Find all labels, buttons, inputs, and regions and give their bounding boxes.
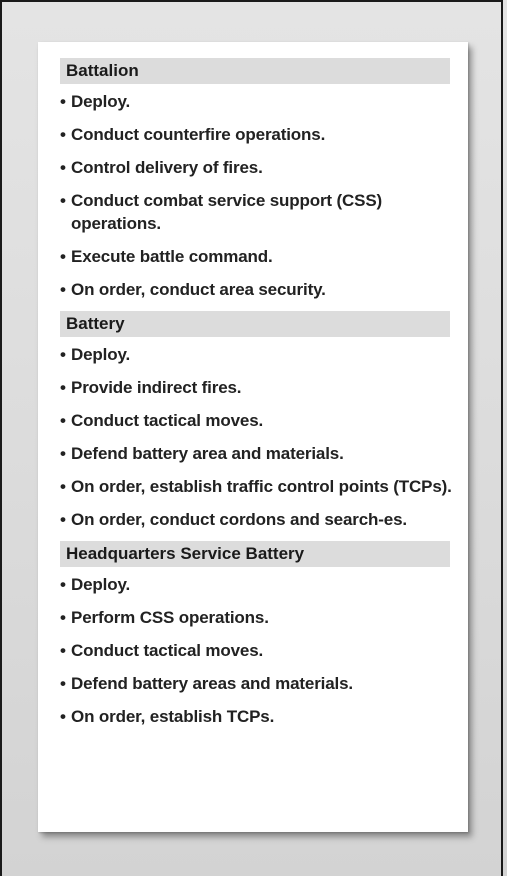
bullet-icon: • xyxy=(60,608,66,627)
list-item-text: Deploy. xyxy=(71,575,131,594)
list-item: • Deploy. xyxy=(60,90,456,113)
bullet-icon: • xyxy=(60,345,66,364)
list-item: • Perform CSS operations. xyxy=(60,606,456,629)
list-item-text: Control delivery of fires. xyxy=(71,158,263,177)
list-item: • Conduct combat service support (CSS) op… xyxy=(60,189,456,235)
list-item-text: On order, conduct cordons and search-es. xyxy=(71,510,407,529)
section-header-battery: Battery xyxy=(60,311,450,337)
list-item: • On order, establish traffic control poi… xyxy=(60,475,456,498)
list-item-text: Conduct tactical moves. xyxy=(71,411,264,430)
list-item: • On order, establish TCPs. xyxy=(60,705,456,728)
list-item: • Provide indirect fires. xyxy=(60,376,456,399)
section-header-battalion: Battalion xyxy=(60,58,450,84)
list-item-text: On order, conduct area security. xyxy=(71,280,326,299)
mission-card: Battalion • Deploy. • Conduct counterfire … xyxy=(38,42,468,832)
list-item-text: Conduct tactical moves. xyxy=(71,641,264,660)
list-item: • Conduct counterfire operations. xyxy=(60,123,456,146)
bullet-icon: • xyxy=(60,575,66,594)
section-battalion: Battalion • Deploy. • Conduct counterfire … xyxy=(60,58,456,301)
list-item-text: Provide indirect fires. xyxy=(71,378,242,397)
bullet-icon: • xyxy=(60,92,66,111)
bullet-icon: • xyxy=(60,378,66,397)
bullet-list-hsb: • Deploy. • Perform CSS operations. • Condu… xyxy=(60,573,456,728)
list-item-text: Conduct counterfire operations. xyxy=(71,125,326,144)
list-item-text: On order, establish traffic control poin… xyxy=(71,477,452,496)
list-item: • Execute battle command. xyxy=(60,245,456,268)
bullet-icon: • xyxy=(60,125,66,144)
bullet-icon: • xyxy=(60,674,66,693)
list-item: • On order, conduct cordons and search-es… xyxy=(60,508,456,531)
bullet-icon: • xyxy=(60,510,66,529)
list-item: • On order, conduct area security. xyxy=(60,278,456,301)
section-battery: Battery • Deploy. • Provide indirect fires… xyxy=(60,311,456,531)
list-item-text: Perform CSS operations. xyxy=(71,608,269,627)
bullet-list-battalion: • Deploy. • Conduct counterfire operations… xyxy=(60,90,456,301)
list-item-text: Deploy. xyxy=(71,345,131,364)
bullet-icon: • xyxy=(60,158,66,177)
list-item-text: On order, establish TCPs. xyxy=(71,707,275,726)
list-item-text: Defend battery areas and materials. xyxy=(71,674,353,693)
bullet-icon: • xyxy=(60,444,66,463)
bullet-icon: • xyxy=(60,477,66,496)
bullet-list-battery: • Deploy. • Provide indirect fires. • Condu… xyxy=(60,343,456,531)
bullet-icon: • xyxy=(60,641,66,660)
list-item-text: Defend battery area and materials. xyxy=(71,444,344,463)
list-item: • Defend battery areas and materials. xyxy=(60,672,456,695)
list-item: • Defend battery area and materials. xyxy=(60,442,456,465)
list-item: • Conduct tactical moves. xyxy=(60,639,456,662)
section-headquarters-service-battery: Headquarters Service Battery • Deploy. • P… xyxy=(60,541,456,728)
list-item-text: Deploy. xyxy=(71,92,131,111)
list-item: • Control delivery of fires. xyxy=(60,156,456,179)
list-item-text: Execute battle command. xyxy=(71,247,273,266)
list-item: • Deploy. xyxy=(60,343,456,366)
list-item-text: Conduct combat service support (CSS) ope… xyxy=(71,191,383,233)
bullet-icon: • xyxy=(60,247,66,266)
list-item: • Conduct tactical moves. xyxy=(60,409,456,432)
bullet-icon: • xyxy=(60,411,66,430)
section-header-hsb: Headquarters Service Battery xyxy=(60,541,450,567)
list-item: • Deploy. xyxy=(60,573,456,596)
bullet-icon: • xyxy=(60,280,66,299)
bullet-icon: • xyxy=(60,707,66,726)
bullet-icon: • xyxy=(60,191,66,210)
